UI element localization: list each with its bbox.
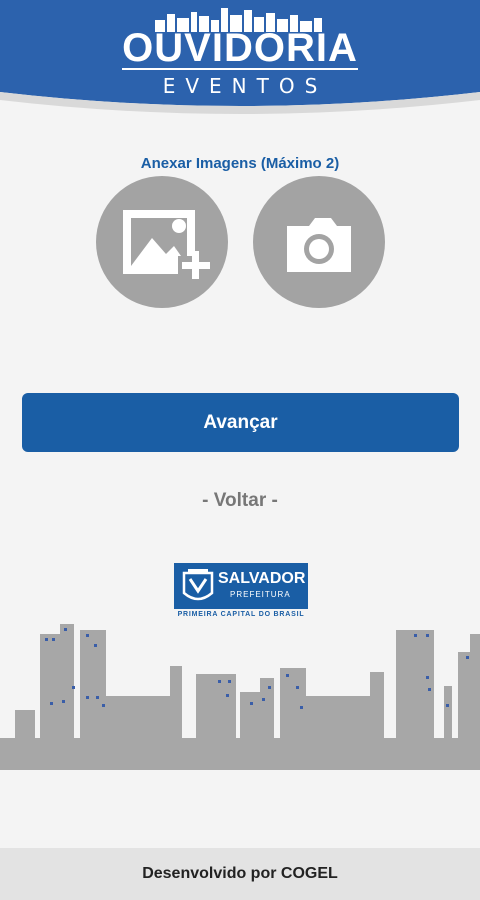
salvador-name: SALVADOR — [218, 570, 306, 587]
app-header: OUVIDORIA EVENTOS — [0, 0, 480, 125]
add-image-button[interactable] — [96, 176, 228, 308]
camera-button[interactable] — [253, 176, 385, 308]
salvador-sub: PREFEITURA — [230, 590, 291, 599]
next-button[interactable]: Avançar — [22, 393, 459, 452]
back-link[interactable]: - Voltar - — [0, 490, 480, 512]
title-divider — [122, 68, 358, 70]
attach-images-label: Anexar Imagens (Máximo 2) — [140, 155, 340, 172]
salvador-tagline: PRIMEIRA CAPITAL DO BRASIL — [177, 611, 305, 618]
app-subtitle: EVENTOS — [162, 74, 328, 98]
app-title: OUVIDORIA — [122, 26, 358, 70]
footer-credit: Desenvolvido por COGEL — [0, 848, 480, 900]
salvador-logo: SALVADOR PREFEITURA PRIMEIRA CAPITAL DO … — [174, 563, 308, 621]
camera-icon — [287, 218, 351, 272]
salvador-logo-box: SALVADOR PREFEITURA — [174, 563, 308, 609]
city-skyline-illustration — [0, 624, 480, 770]
salvador-crest-icon — [182, 569, 214, 601]
image-add-icon — [123, 210, 214, 282]
